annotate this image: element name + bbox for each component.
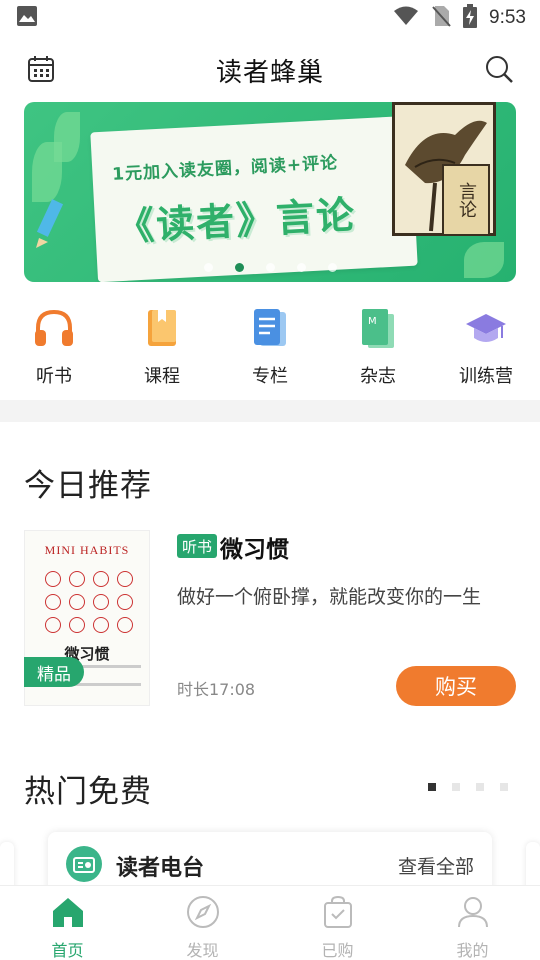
banner-dot-active[interactable] xyxy=(234,263,244,272)
svg-text:M: M xyxy=(368,316,377,327)
tab-home[interactable]: 首页 xyxy=(0,886,135,960)
status-bar: 9:53 xyxy=(0,0,540,36)
today-section-title: 今日推荐 xyxy=(24,468,152,504)
hot-free-pager xyxy=(428,783,508,791)
category-course[interactable]: 课程 xyxy=(108,304,216,390)
calendar-icon[interactable] xyxy=(26,54,56,88)
page-title: 读者蜂巢 xyxy=(215,57,324,88)
status-time: 9:53 xyxy=(489,7,526,28)
battery-charging-icon xyxy=(463,4,478,32)
home-icon xyxy=(50,895,86,933)
category-label: 训练营 xyxy=(459,366,513,387)
pager-indicator-active xyxy=(428,783,436,791)
leaf-decoration xyxy=(54,112,80,162)
banner-dot[interactable] xyxy=(296,263,306,272)
pencil-icon xyxy=(30,198,70,252)
category-camp[interactable]: 训练营 xyxy=(432,304,540,390)
banner-dot[interactable] xyxy=(265,263,275,272)
book-description: 做好一个俯卧撑，就能改变你的一生 xyxy=(177,586,482,608)
category-magazine[interactable]: M 杂志 xyxy=(324,304,432,390)
pager-indicator xyxy=(476,783,484,791)
book-cover-text-line xyxy=(77,665,141,668)
audiobook-tag: 听书 xyxy=(177,534,218,558)
wifi-icon xyxy=(393,6,419,30)
category-grid: 听书 课程 专栏 M 杂志 训练营 xyxy=(0,304,540,390)
user-icon xyxy=(456,895,490,933)
view-all-link[interactable]: 查看全部 xyxy=(398,852,474,879)
book-title[interactable]: 微习惯 xyxy=(220,530,289,564)
category-label: 专栏 xyxy=(252,366,288,387)
banner-stamp-text: 言论 xyxy=(456,182,477,218)
pager-indicator xyxy=(500,783,508,791)
headphones-icon xyxy=(30,304,78,352)
hot-free-section-title: 热门免费 xyxy=(24,774,152,810)
tab-me[interactable]: 我的 xyxy=(405,886,540,960)
compass-icon xyxy=(186,895,220,933)
shopping-bag-icon xyxy=(321,895,355,933)
book-cover-clocks xyxy=(45,571,137,633)
tab-label: 我的 xyxy=(456,941,489,960)
no-sim-icon xyxy=(431,5,451,31)
banner-pagination xyxy=(24,263,516,272)
tab-discover[interactable]: 发现 xyxy=(135,886,270,960)
document-icon xyxy=(246,304,294,352)
category-listen[interactable]: 听书 xyxy=(0,304,108,390)
category-label: 杂志 xyxy=(360,366,396,387)
category-label: 听书 xyxy=(36,366,72,387)
tab-purchased[interactable]: 已购 xyxy=(270,886,405,960)
book-cover-english-title: MINI HABITS xyxy=(44,543,130,557)
category-column[interactable]: 专栏 xyxy=(216,304,324,390)
top-bar: 读者蜂巢 xyxy=(0,44,540,96)
bottom-tab-bar: 首页 发现 已购 我的 xyxy=(0,885,540,960)
pager-indicator xyxy=(452,783,460,791)
buy-button[interactable]: 购买 xyxy=(396,666,516,706)
radio-card-title: 读者电台 xyxy=(116,856,205,881)
section-divider xyxy=(0,400,540,422)
tab-label: 发现 xyxy=(186,941,219,960)
tab-label: 已购 xyxy=(321,941,354,960)
banner-dot[interactable] xyxy=(203,263,213,272)
gallery-notification-icon xyxy=(16,5,38,31)
banner-stamp: 言论 xyxy=(442,164,490,236)
book-duration: 时长17:08 xyxy=(177,680,256,699)
radio-icon xyxy=(66,846,102,882)
search-icon[interactable] xyxy=(484,54,514,88)
book-icon xyxy=(138,304,186,352)
magazine-icon: M xyxy=(354,304,402,352)
promo-banner[interactable]: 1元加入读友圈，阅读+评论 《读者》言论 言论 xyxy=(24,102,516,282)
premium-badge: 精品 xyxy=(24,657,84,687)
graduation-cap-icon xyxy=(462,304,510,352)
tab-label: 首页 xyxy=(51,941,84,960)
category-label: 课程 xyxy=(144,366,180,387)
leaf-decoration xyxy=(464,242,504,278)
banner-dot[interactable] xyxy=(327,263,337,272)
